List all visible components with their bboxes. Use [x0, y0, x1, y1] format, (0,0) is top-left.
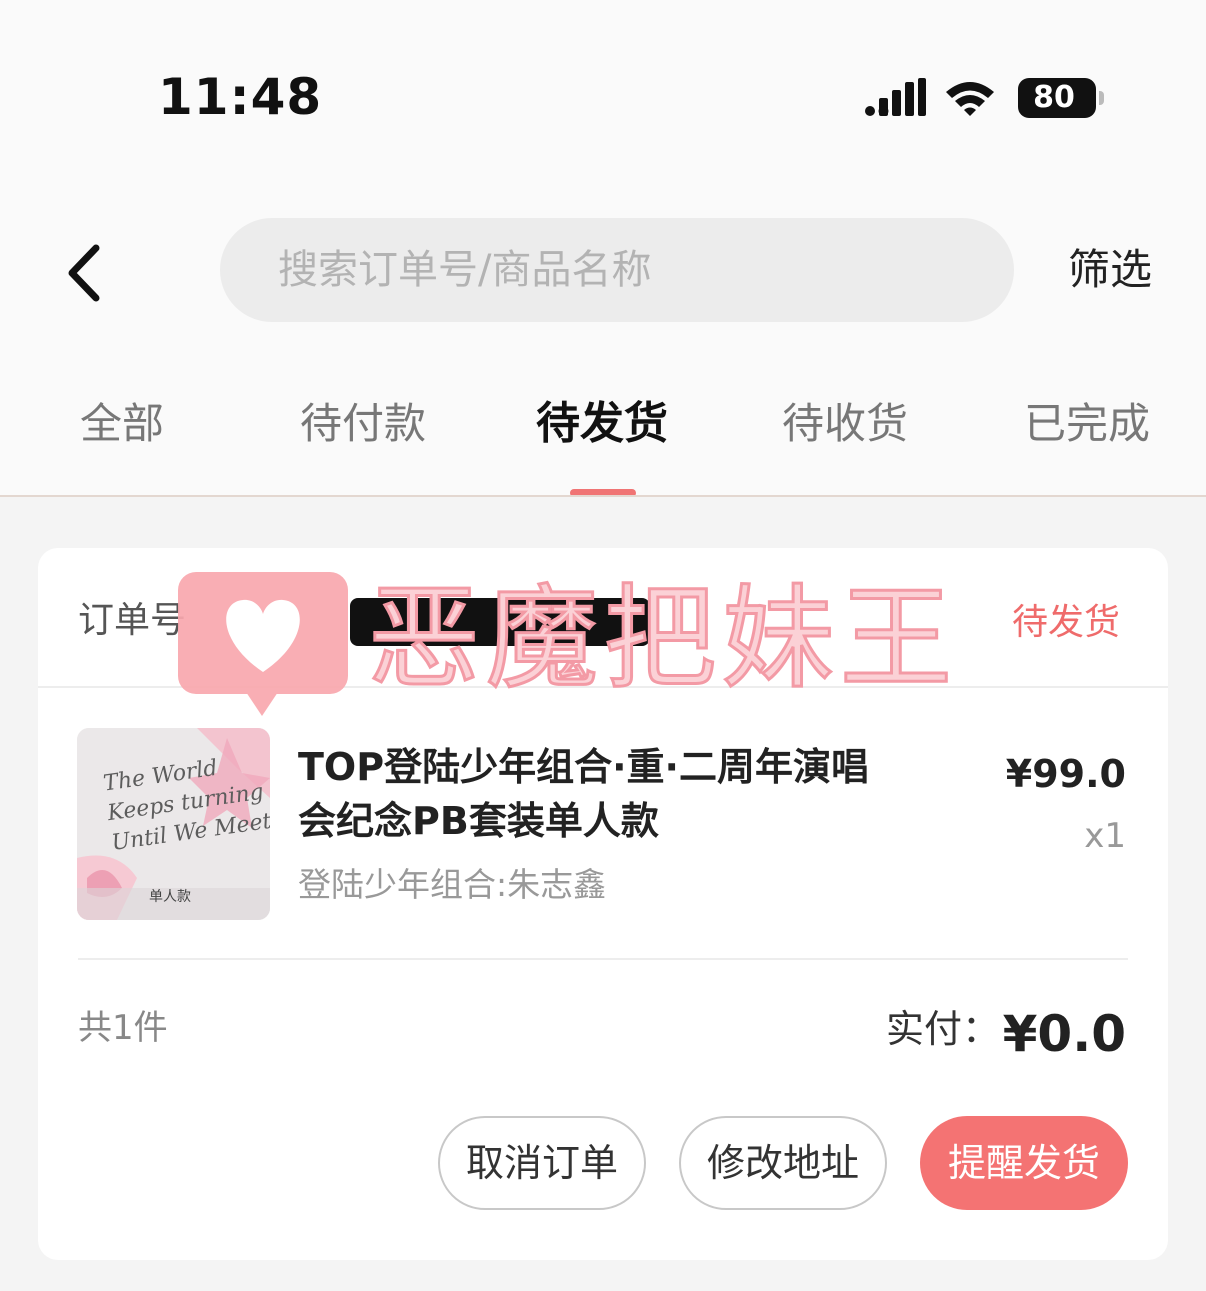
- tab-completed[interactable]: 已完成: [1024, 394, 1150, 454]
- remind-shipment-button[interactable]: 提醒发货: [920, 1116, 1128, 1210]
- product-title[interactable]: TOP登陆少年组合·重·二周年演唱会纪念PB套装单人款: [298, 740, 898, 848]
- order-number-redaction: [350, 598, 650, 646]
- product-thumbnail[interactable]: The World Keeps turning Until We Meet 单人…: [77, 728, 270, 920]
- product-price: ¥99.0: [1005, 752, 1126, 796]
- thumbnail-caption: 单人款: [149, 889, 191, 905]
- tab-pending-shipment[interactable]: 待发货: [536, 394, 668, 454]
- cellular-signal-icon: [865, 78, 926, 116]
- tab-all[interactable]: 全部: [80, 394, 164, 454]
- tab-divider: [0, 495, 1206, 497]
- product-quantity: x1: [1084, 816, 1126, 856]
- tab-pending-payment[interactable]: 待付款: [300, 394, 426, 454]
- modify-address-button[interactable]: 修改地址: [679, 1116, 887, 1210]
- paid-amount: ¥0.0: [1002, 1005, 1126, 1063]
- tab-pending-receipt[interactable]: 待收货: [782, 394, 908, 454]
- order-number-label: 订单号: [78, 600, 187, 641]
- battery-level: 80: [1033, 80, 1075, 115]
- wifi-icon: [946, 82, 994, 116]
- filter-button[interactable]: 筛选: [1068, 240, 1152, 300]
- product-variant: 登陆少年组合:朱志鑫: [298, 865, 607, 904]
- search-placeholder: 搜索订单号/商品名称: [278, 247, 652, 293]
- card-header-divider: [38, 686, 1168, 688]
- order-status-badge: 待发货: [1012, 602, 1121, 643]
- battery-icon: 80: [1018, 78, 1104, 118]
- status-time: 11:48: [158, 68, 323, 126]
- item-divider: [78, 958, 1128, 960]
- item-count: 共1件: [78, 1008, 168, 1048]
- paid-label: 实付：: [886, 1007, 1001, 1051]
- search-input[interactable]: 搜索订单号/商品名称: [220, 218, 1014, 322]
- cancel-order-button[interactable]: 取消订单: [438, 1116, 646, 1210]
- back-arrow-icon[interactable]: [60, 238, 110, 308]
